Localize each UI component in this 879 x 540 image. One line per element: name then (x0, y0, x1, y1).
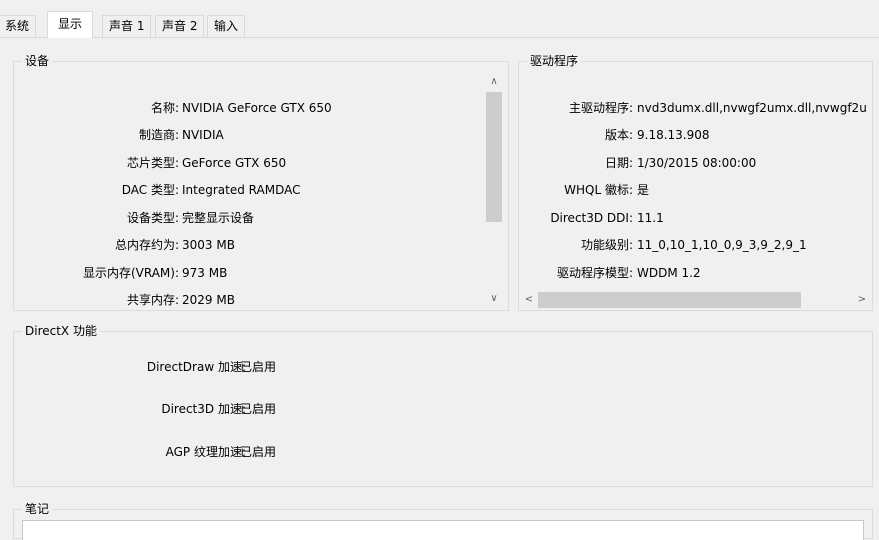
driver-row-d3d-ddi: Direct3D DDI: 11.1 (519, 209, 874, 227)
device-row-name: 名称: NVIDIA GeForce GTX 650 (14, 99, 510, 117)
device-group: 设备 名称: NVIDIA GeForce GTX 650 制造商: NVIDI… (13, 53, 510, 311)
device-value: 3003 MB (182, 238, 235, 252)
device-value: 完整显示设备 (182, 211, 255, 225)
directx-label: AGP 纹理加速: (165, 445, 246, 459)
driver-label: 主驱动程序: (568, 101, 633, 115)
scrollbar-thumb[interactable] (538, 292, 801, 308)
driver-value: WDDM 1.2 (637, 266, 701, 280)
tab-input[interactable]: 输入 (207, 15, 246, 37)
device-label: 制造商: (138, 128, 179, 142)
notes-textbox[interactable] (22, 520, 864, 540)
device-row-vram: 显示内存(VRAM): 973 MB (14, 264, 510, 282)
driver-row-main-driver: 主驱动程序: nvd3dumx.dll,nvwgf2umx.dll,nvwgf2… (519, 99, 874, 117)
device-label: 名称: (150, 101, 179, 115)
directx-group-title: DirectX 功能 (22, 323, 100, 339)
directx-row-directdraw: DirectDraw 加速: 已启用 (14, 358, 874, 376)
driver-value: 11_0,10_1,10_0,9_3,9_2,9_1 (637, 238, 807, 252)
scroll-down-icon[interactable]: ∨ (486, 293, 502, 305)
driver-label: 日期: (604, 156, 633, 170)
scroll-right-icon[interactable]: > (854, 294, 870, 306)
driver-row-driver-model: 驱动程序模型: WDDM 1.2 (519, 264, 874, 282)
driver-label: 版本: (604, 128, 633, 142)
driver-row-version: 版本: 9.18.13.908 (519, 126, 874, 144)
device-label: 总内存约为: (114, 238, 179, 252)
device-value: GeForce GTX 650 (182, 156, 287, 170)
driver-group-title: 驱动程序 (527, 53, 582, 69)
device-value: NVIDIA GeForce GTX 650 (182, 101, 332, 115)
device-value: 2029 MB (182, 293, 235, 307)
display-tab-content: 设备 名称: NVIDIA GeForce GTX 650 制造商: NVIDI… (0, 38, 879, 540)
device-label: 设备类型: (126, 211, 179, 225)
device-row-manufacturer: 制造商: NVIDIA (14, 126, 510, 144)
device-row-device-type: 设备类型: 完整显示设备 (14, 209, 510, 227)
driver-value: 是 (637, 183, 650, 197)
device-label: 共享内存: (126, 293, 179, 307)
driver-value: 9.18.13.908 (637, 128, 710, 142)
directx-value: 已启用 (240, 360, 277, 374)
notes-group-title: 笔记 (22, 501, 53, 517)
scroll-left-icon[interactable]: < (521, 294, 537, 306)
tab-sound-1[interactable]: 声音 1 (102, 15, 152, 37)
directx-label: Direct3D 加速: (161, 402, 246, 416)
device-label: 显示内存(VRAM): (82, 266, 179, 280)
tab-display[interactable]: 显示 (47, 11, 94, 38)
driver-row-feature-levels: 功能级别: 11_0,10_1,10_0,9_3,9_2,9_1 (519, 236, 874, 254)
driver-value: 1/30/2015 08:00:00 (637, 156, 757, 170)
driver-label: 功能级别: (580, 238, 633, 252)
device-value: 973 MB (182, 266, 228, 280)
driver-label: WHQL 徽标: (564, 183, 633, 197)
scrollbar-thumb[interactable] (486, 92, 502, 222)
device-row-chip-type: 芯片类型: GeForce GTX 650 (14, 154, 510, 172)
driver-label: Direct3D DDI: (550, 211, 633, 225)
scroll-up-icon[interactable]: ∧ (486, 76, 502, 88)
directx-row-agp: AGP 纹理加速: 已启用 (14, 443, 874, 461)
tab-system[interactable]: 系统 (0, 15, 37, 37)
driver-label: 驱动程序模型: (556, 266, 633, 280)
device-label: 芯片类型: (126, 156, 179, 170)
device-value: NVIDIA (182, 128, 224, 142)
directx-label: DirectDraw 加速: (146, 360, 246, 374)
tab-strip: 系统 显示 声音 1 声音 2 输入 (0, 0, 879, 38)
driver-horizontal-scrollbar[interactable]: < > (521, 291, 871, 309)
driver-group: 驱动程序 主驱动程序: nvd3dumx.dll,nvwgf2umx.dll,n… (518, 53, 874, 311)
device-group-title: 设备 (22, 53, 53, 69)
driver-row-date: 日期: 1/30/2015 08:00:00 (519, 154, 874, 172)
directx-value: 已启用 (240, 402, 277, 416)
directx-features-group: DirectX 功能 DirectDraw 加速: 已启用 Direct3D 加… (13, 323, 874, 487)
directx-value: 已启用 (240, 445, 277, 459)
directx-row-direct3d: Direct3D 加速: 已启用 (14, 400, 874, 418)
driver-row-whql: WHQL 徽标: 是 (519, 181, 874, 199)
device-row-total-memory: 总内存约为: 3003 MB (14, 236, 510, 254)
device-row-shared-memory: 共享内存: 2029 MB (14, 291, 510, 309)
driver-value: nvd3dumx.dll,nvwgf2umx.dll,nvwgf2u (637, 101, 867, 115)
device-row-dac-type: DAC 类型: Integrated RAMDAC (14, 181, 510, 199)
device-value: Integrated RAMDAC (182, 183, 301, 197)
tab-sound-2[interactable]: 声音 2 (155, 15, 205, 37)
driver-value: 11.1 (637, 211, 664, 225)
notes-group: 笔记 (13, 501, 873, 540)
device-vertical-scrollbar[interactable]: ∧ ∨ (485, 74, 503, 308)
device-label: DAC 类型: (121, 183, 179, 197)
